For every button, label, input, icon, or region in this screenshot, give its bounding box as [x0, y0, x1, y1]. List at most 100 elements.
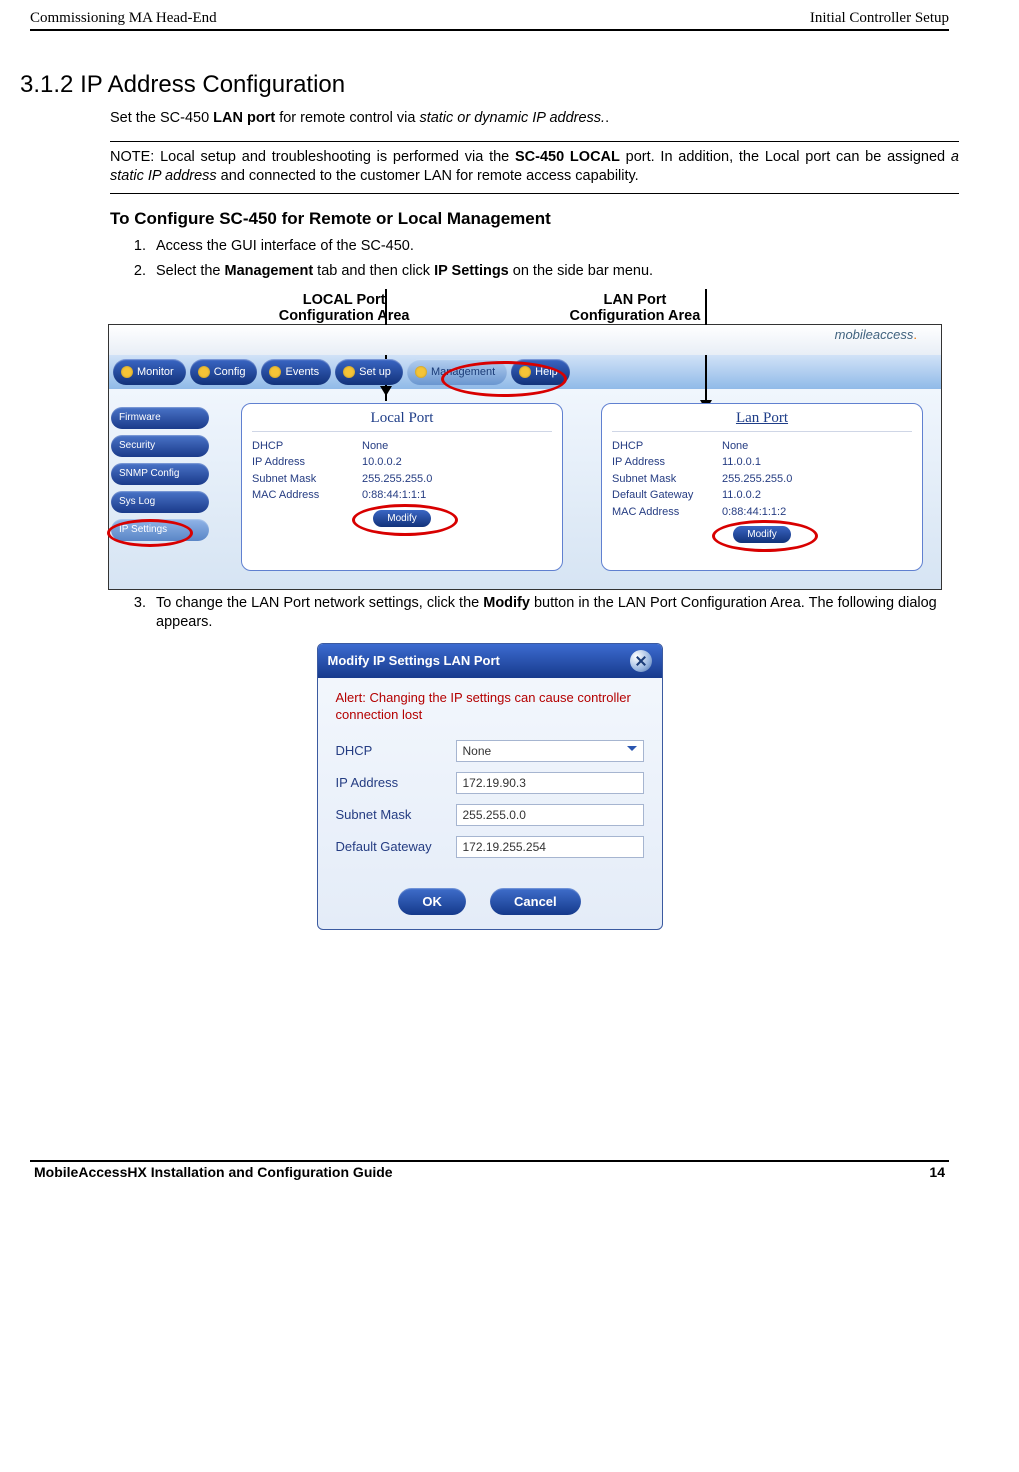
- dlg-dhcp-select[interactable]: None: [456, 740, 644, 762]
- ok-button[interactable]: OK: [398, 888, 466, 915]
- local-mac-label: MAC Address: [252, 487, 362, 504]
- s2-b1: Management: [225, 263, 314, 279]
- config-heading: To Configure SC-450 for Remote or Local …: [110, 208, 959, 231]
- sidebar-item-ipsettings[interactable]: IP Settings: [111, 519, 209, 541]
- tab-config[interactable]: Config: [190, 359, 258, 385]
- dialog-title: Modify IP Settings LAN Port: [328, 653, 500, 668]
- footer-left: MobileAccessHX Installation and Configur…: [34, 1164, 393, 1180]
- dlg-gw-label: Default Gateway: [336, 839, 456, 854]
- cancel-button[interactable]: Cancel: [490, 888, 581, 915]
- step-3: To change the LAN Port network settings,…: [150, 594, 959, 633]
- tab-config-label: Config: [214, 366, 246, 378]
- s2-mid: tab and then click: [313, 263, 434, 279]
- sidebar-item-syslog[interactable]: Sys Log: [111, 491, 209, 513]
- note-mid: port. In addition, the Local port can be…: [620, 149, 951, 165]
- dlg-sm-value: 255.255.0.0: [463, 808, 526, 822]
- anno-local-l2: Configuration Area: [279, 308, 410, 324]
- header-left: Commissioning MA Head-End: [30, 10, 217, 27]
- dlg-gw-value: 172.19.255.254: [463, 840, 546, 854]
- lan-sm-value: 255.255.255.0: [722, 471, 792, 488]
- local-port-title: Local Port: [252, 408, 552, 432]
- management-icon: [415, 366, 427, 378]
- anno-local-l1: LOCAL Port: [303, 292, 386, 308]
- local-ip-value: 10.0.0.2: [362, 454, 402, 471]
- annotation-local: LOCAL Port Configuration Area: [279, 292, 410, 324]
- s2-b2: IP Settings: [434, 263, 509, 279]
- tab-events-label: Events: [285, 366, 319, 378]
- intro-em: static or dynamic IP address.: [419, 110, 605, 126]
- logo: mobileaccess.: [835, 327, 917, 342]
- dlg-sm-input[interactable]: 255.255.0.0: [456, 804, 644, 826]
- step-1: Access the GUI interface of the SC-450.: [150, 237, 959, 257]
- dlg-dhcp-value: None: [463, 744, 492, 758]
- dlg-ip-value: 172.19.90.3: [463, 776, 526, 790]
- intro-pre: Set the SC-450: [110, 110, 213, 126]
- dlg-dhcp-label: DHCP: [336, 743, 456, 758]
- annotation-lan: LAN Port Configuration Area: [570, 292, 701, 324]
- s3-pre: To change the LAN Port network settings,…: [156, 595, 483, 611]
- lan-mac-value: 0:88:44:1:1:2: [722, 504, 786, 521]
- local-modify-button[interactable]: Modify: [373, 510, 430, 527]
- tab-setup[interactable]: Set up: [335, 359, 403, 385]
- local-port-panel: Local Port DHCPNone IP Address10.0.0.2 S…: [241, 403, 563, 571]
- lan-ip-value: 11.0.0.1: [722, 454, 761, 471]
- help-icon: [519, 366, 531, 378]
- tab-monitor[interactable]: Monitor: [113, 359, 186, 385]
- anno-lan-l2: Configuration Area: [570, 308, 701, 324]
- header-rule: [30, 29, 949, 31]
- note-post: and connected to the customer LAN for re…: [217, 168, 639, 184]
- close-icon[interactable]: [630, 650, 652, 672]
- step-2: Select the Management tab and then click…: [150, 262, 959, 282]
- anno-lan-l1: LAN Port: [603, 292, 666, 308]
- local-dhcp-value: None: [362, 438, 388, 455]
- local-ip-label: IP Address: [252, 454, 362, 471]
- section-title-text: IP Address Configuration: [80, 71, 345, 98]
- lan-mac-label: MAC Address: [612, 504, 722, 521]
- intro-bold: LAN port: [213, 110, 275, 126]
- events-icon: [269, 366, 281, 378]
- footer-rule: [30, 1160, 949, 1162]
- nav-tabs: Monitor Config Events Set up Management …: [109, 355, 941, 389]
- config-icon: [198, 366, 210, 378]
- dlg-ip-label: IP Address: [336, 775, 456, 790]
- header-right: Initial Controller Setup: [810, 10, 949, 27]
- s2-post: on the side bar menu.: [509, 263, 653, 279]
- dialog-titlebar: Modify IP Settings LAN Port: [318, 644, 662, 678]
- local-dhcp-label: DHCP: [252, 438, 362, 455]
- logo-text: mobileaccess: [835, 327, 914, 342]
- lan-modify-button[interactable]: Modify: [733, 526, 790, 543]
- tab-management[interactable]: Management: [407, 359, 507, 385]
- tab-setup-label: Set up: [359, 366, 391, 378]
- screenshot-ip-settings: mobileaccess. Monitor Config Events Set …: [108, 324, 942, 590]
- dlg-sm-label: Subnet Mask: [336, 807, 456, 822]
- lan-dhcp-label: DHCP: [612, 438, 722, 455]
- section-number: 3.1.2: [20, 71, 73, 98]
- note-box: NOTE: Local setup and troubleshooting is…: [110, 141, 959, 194]
- dlg-gw-input[interactable]: 172.19.255.254: [456, 836, 644, 858]
- lan-ip-label: IP Address: [612, 454, 722, 471]
- sidebar-item-snmp[interactable]: SNMP Config: [111, 463, 209, 485]
- local-sm-value: 255.255.255.0: [362, 471, 432, 488]
- tab-monitor-label: Monitor: [137, 366, 174, 378]
- ss1-topbar: mobileaccess.: [109, 325, 941, 355]
- tab-events[interactable]: Events: [261, 359, 331, 385]
- tab-help[interactable]: Help: [511, 359, 570, 385]
- dlg-ip-input[interactable]: 172.19.90.3: [456, 772, 644, 794]
- lan-port-panel: Lan Port DHCPNone IP Address11.0.0.1 Sub…: [601, 403, 923, 571]
- local-sm-label: Subnet Mask: [252, 471, 362, 488]
- tab-help-label: Help: [535, 366, 558, 378]
- monitor-icon: [121, 366, 133, 378]
- intro-mid: for remote control via: [275, 110, 419, 126]
- setup-icon: [343, 366, 355, 378]
- chevron-down-icon: [627, 746, 637, 756]
- sidebar: Firmware Security SNMP Config Sys Log IP…: [109, 389, 211, 589]
- s3-b: Modify: [483, 595, 530, 611]
- modify-dialog: Modify IP Settings LAN Port Alert: Chang…: [317, 643, 663, 930]
- s2-pre: Select the: [156, 263, 225, 279]
- sidebar-item-firmware[interactable]: Firmware: [111, 407, 209, 429]
- intro-post: .: [605, 110, 609, 126]
- sidebar-item-security[interactable]: Security: [111, 435, 209, 457]
- lan-dhcp-value: None: [722, 438, 748, 455]
- lan-gw-value: 11.0.0.2: [722, 487, 761, 504]
- local-mac-value: 0:88:44:1:1:1: [362, 487, 426, 504]
